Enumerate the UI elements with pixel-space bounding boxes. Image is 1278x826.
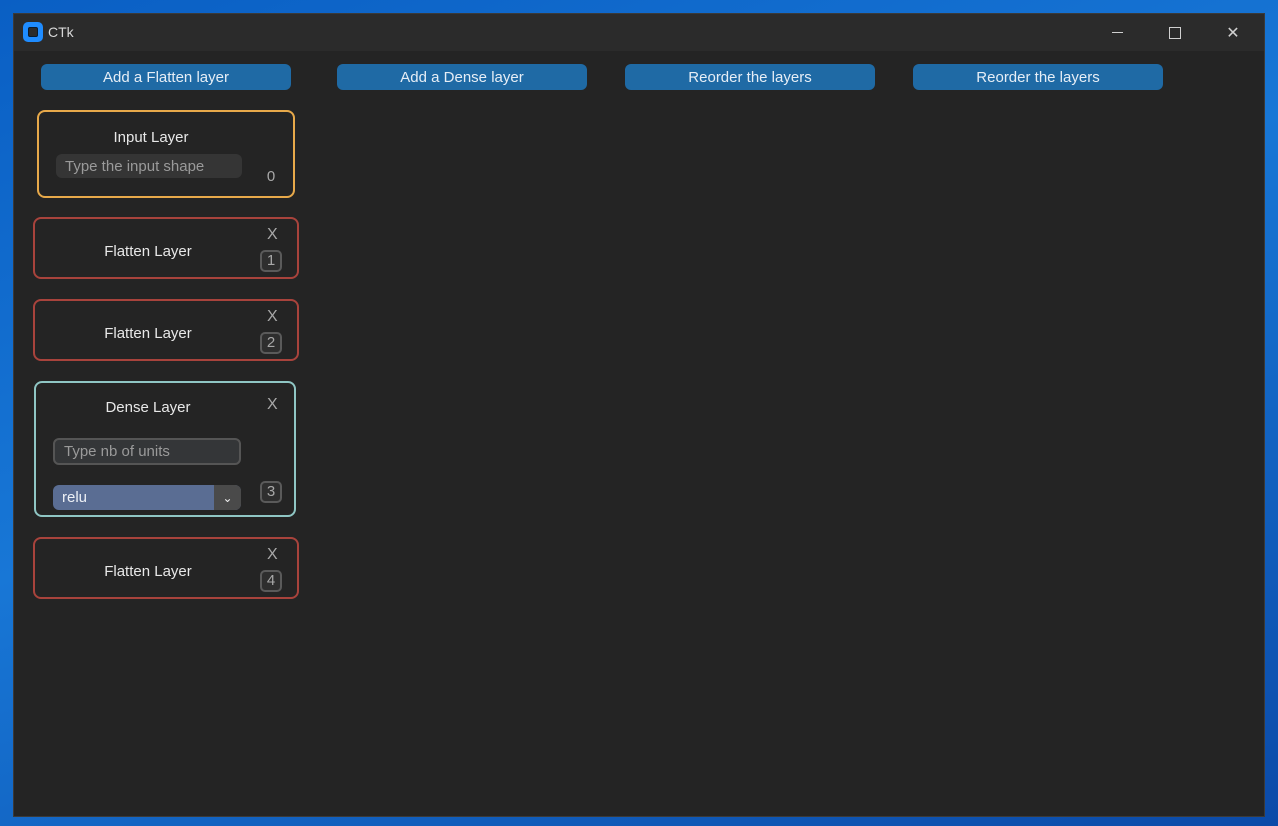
flatten-layer-card: Flatten Layer X 4 [33,537,299,599]
minimize-button[interactable] [1088,14,1146,51]
flatten-layer-title: Flatten Layer [104,563,192,580]
layer-index-badge: 4 [260,570,282,592]
app-icon [23,22,43,42]
reorder-layers-button-2[interactable]: Reorder the layers [913,64,1163,90]
input-shape-field[interactable]: Type the input shape [56,154,242,178]
layer-index-badge: 3 [260,481,282,503]
minimize-icon [1111,32,1123,33]
maximize-button[interactable] [1146,14,1204,51]
input-layer-title: Input Layer [113,129,189,146]
chevron-down-icon[interactable]: ⌄ [214,485,241,510]
add-dense-layer-button[interactable]: Add a Dense layer [337,64,587,90]
flatten-layer-title: Flatten Layer [104,325,192,342]
dense-layer-title: Dense Layer [105,399,191,416]
layer-index-badge: 1 [260,250,282,272]
maximize-icon [1169,26,1181,39]
flatten-layer-title: Flatten Layer [104,243,192,260]
close-window-button[interactable]: ✕ [1204,14,1262,51]
remove-layer-button[interactable]: X [267,396,278,414]
activation-value: relu [62,489,88,506]
layer-index: 0 [266,168,276,185]
activation-dropdown[interactable]: relu ⌄ [53,485,241,510]
input-layer-card: Input Layer Type the input shape 0 [37,110,295,198]
close-icon: ✕ [1226,24,1240,42]
remove-layer-button[interactable]: X [267,546,278,564]
layer-index-badge: 2 [260,332,282,354]
add-flatten-layer-button[interactable]: Add a Flatten layer [41,64,291,90]
units-field[interactable]: Type nb of units [53,438,241,465]
window-title: CTk [48,24,74,40]
dense-layer-card: Dense Layer X Type nb of units relu ⌄ 3 [34,381,296,517]
remove-layer-button[interactable]: X [267,226,278,244]
reorder-layers-button[interactable]: Reorder the layers [625,64,875,90]
title-bar[interactable]: CTk ✕ [14,14,1264,51]
remove-layer-button[interactable]: X [267,308,278,326]
flatten-layer-card: Flatten Layer X 2 [33,299,299,361]
app-window: CTk ✕ Add a Flatten layer Add a Dense la… [14,14,1264,816]
flatten-layer-card: Flatten Layer X 1 [33,217,299,279]
